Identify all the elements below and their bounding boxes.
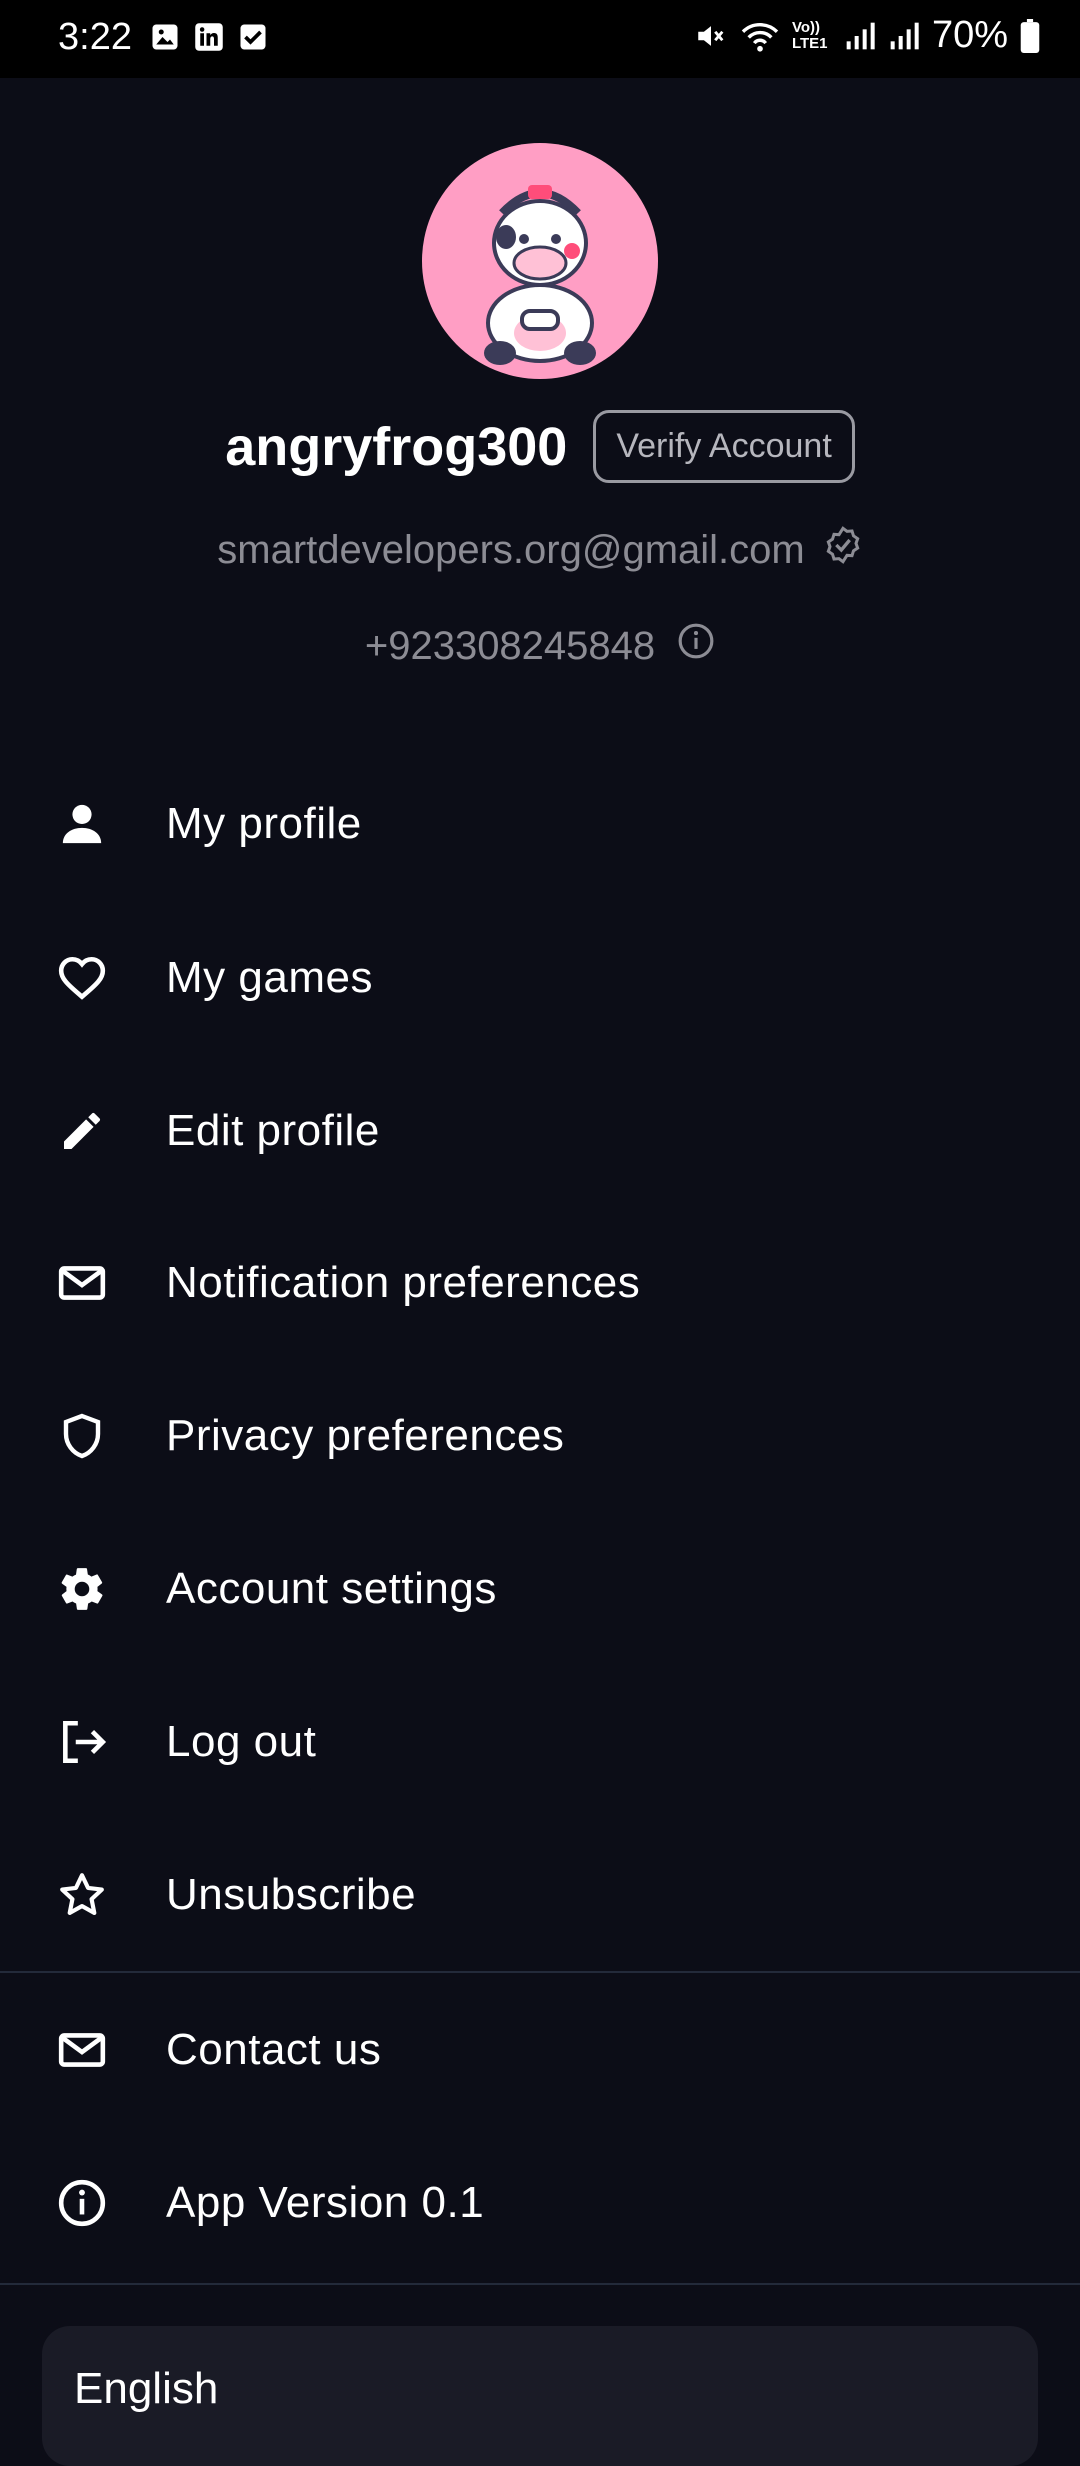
person-icon: [54, 796, 110, 852]
menu-item-label: App Version 0.1: [166, 2178, 485, 2227]
menu-item-label: Contact us: [166, 2025, 382, 2074]
shield-icon: [54, 1408, 110, 1464]
menu-item-my-profile[interactable]: My profile: [0, 749, 1080, 899]
menu-item-label: Privacy preferences: [166, 1411, 565, 1460]
checkbox-icon: [238, 22, 268, 52]
cow-gamer-avatar-icon: [484, 185, 596, 365]
mail-icon: [54, 1255, 110, 1311]
menu-item-label: Notification preferences: [166, 1258, 641, 1307]
profile-name-row: angryfrog300 Verify Account: [0, 410, 1080, 483]
info-icon: [54, 2175, 110, 2231]
verified-badge-icon: [823, 525, 863, 575]
notification-icons: [150, 22, 268, 52]
battery-icon: [1020, 18, 1040, 53]
heart-icon: [54, 950, 110, 1006]
menu-item-label: My games: [166, 953, 373, 1002]
menu-item-edit-profile[interactable]: Edit profile: [0, 1056, 1080, 1206]
menu-item-account-settings[interactable]: Account settings: [0, 1514, 1080, 1664]
wifi-icon: [740, 19, 780, 53]
status-time: 3:22: [58, 16, 132, 58]
username: angryfrog300: [225, 416, 568, 477]
system-icons: Vo)) LTE1 70%: [694, 14, 1040, 57]
verify-account-button[interactable]: Verify Account: [593, 410, 855, 483]
menu-item-label: Edit profile: [166, 1106, 380, 1155]
menu-item-unsubscribe[interactable]: Unsubscribe: [0, 1820, 1080, 1970]
divider: [0, 1971, 1080, 1973]
pencil-icon: [54, 1103, 110, 1159]
signal-icon: [844, 20, 876, 52]
signal-icon: [888, 20, 920, 52]
status-bar: 3:22 Vo)) LTE1 70%: [0, 0, 1080, 78]
language-selected: English: [74, 2364, 219, 2413]
linkedin-icon: [194, 22, 224, 52]
menu-item-privacy-preferences[interactable]: Privacy preferences: [0, 1361, 1080, 1511]
volte-icon: Vo)) LTE1: [791, 18, 828, 52]
menu-item-notification-preferences[interactable]: Notification preferences: [0, 1208, 1080, 1358]
avatar[interactable]: [422, 143, 658, 379]
menu-item-app-version: App Version 0.1: [0, 2128, 1080, 2278]
menu-item-label: Account settings: [166, 1564, 497, 1613]
menu-item-label: Unsubscribe: [166, 1870, 417, 1919]
logout-icon: [54, 1714, 110, 1770]
mute-icon: [694, 19, 728, 53]
menu-item-label: Log out: [166, 1717, 317, 1766]
menu-item-label: My profile: [166, 799, 362, 848]
menu-item-contact-us[interactable]: Contact us: [0, 1975, 1080, 2125]
menu-item-log-out[interactable]: Log out: [0, 1667, 1080, 1817]
phone-text: +923308245848: [364, 623, 656, 668]
phone-row: +923308245848: [0, 622, 1080, 670]
gallery-icon: [150, 22, 180, 52]
email-row: smartdevelopers.org@gmail.com: [0, 525, 1080, 575]
language-selector[interactable]: English: [42, 2326, 1038, 2466]
info-icon[interactable]: [677, 622, 715, 670]
gear-icon: [54, 1561, 110, 1617]
mail-icon: [54, 2022, 110, 2078]
divider: [0, 2283, 1080, 2285]
email-text: smartdevelopers.org@gmail.com: [217, 527, 805, 572]
menu-item-my-games[interactable]: My games: [0, 903, 1080, 1053]
battery-percent: 70%: [931, 14, 1008, 56]
star-icon: [54, 1867, 110, 1923]
